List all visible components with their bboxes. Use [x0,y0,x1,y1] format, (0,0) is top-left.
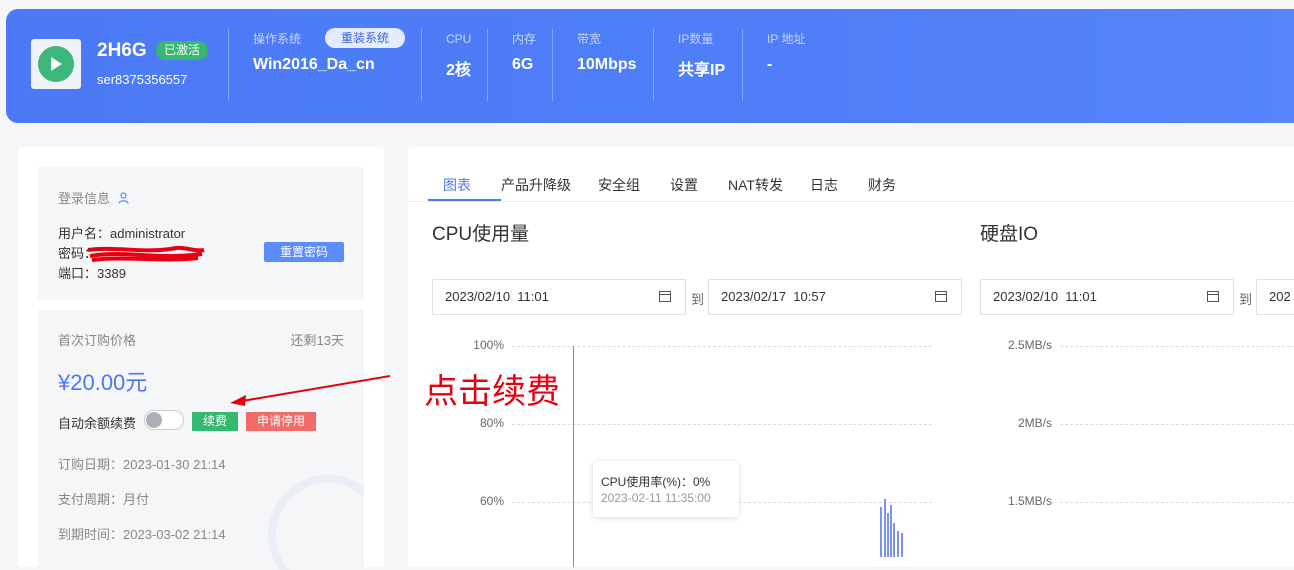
ip-column: IP 地址 - [767,30,805,74]
login-info-card: 登录信息 用户名：administrator 密码： 端口：3389 重置密码 [38,167,364,300]
tab-charts[interactable]: 图表 [443,175,471,195]
cpu-start-date-input[interactable]: 2023/02/10 11:01 [432,279,686,315]
disk-ytick-1.5: 1.5MB/s [1007,494,1052,508]
grid-line [1060,346,1294,347]
reset-password-button[interactable]: 重置密码 [264,242,344,262]
calendar-icon [1207,291,1219,302]
bandwidth-label: 带宽 [577,32,602,46]
ipcount-label: IP数量 [678,32,714,46]
tab-nat[interactable]: NAT转发 [728,175,783,195]
mem-column: 内存 6G [512,30,536,74]
toggle-knob [146,412,162,428]
cpu-end-date-value: 2023/02/17 10:57 [721,289,826,304]
port-text: 端口：3389 [58,266,126,281]
calendar-icon [659,291,671,302]
grid-line [1060,424,1294,425]
tab-finance[interactable]: 财务 [868,175,896,195]
auto-renew-label: 自动余额续费 [58,416,137,431]
tab-upgrade[interactable]: 产品升降级 [501,175,571,195]
cpu-usage-spikes [880,499,903,557]
os-value: Win2016_Da_cn [253,56,375,73]
server-logo [31,39,81,89]
divider [228,29,229,101]
tab-security-group[interactable]: 安全组 [598,175,640,195]
tab-logs[interactable]: 日志 [810,175,838,195]
disk-chart-title: 硬盘IO [980,224,1039,245]
chart-cursor-line [573,346,574,567]
reinstall-button[interactable]: 重装系统 [325,28,406,48]
tooltip-value: CPU使用率(%)：0% [601,475,711,489]
cpu-end-date-input[interactable]: 2023/02/17 10:57 [708,279,962,315]
cpu-value: 2核 [446,62,471,79]
divider [487,29,488,101]
bandwidth-column: 带宽 10Mbps [577,30,637,74]
redaction-scribble [87,245,205,262]
ip-value: - [767,56,773,73]
tooltip-time: 2023-02-11 11:35:00 [601,491,711,505]
decorative-watermark [268,475,364,570]
divider [552,29,553,101]
divider [421,29,422,101]
date-range-to: 到 [1239,292,1253,307]
tab-settings[interactable]: 设置 [670,175,698,195]
mem-value: 6G [512,56,534,73]
divider [653,29,654,101]
grid-line [512,424,932,425]
price-value: ¥20.00元 [58,370,148,395]
tab-divider [408,201,1294,202]
chart-tooltip: CPU使用率(%)：0% 2023-02-11 11:35:00 [593,461,739,517]
order-card: 首次订购价格 还剩13天 ¥20.00元 自动余额续费 续费 申请停用 订购日期… [38,310,364,570]
cpu-chart-title: CPU使用量 [432,224,530,245]
server-name: 2H6G [97,40,147,61]
bandwidth-value: 10Mbps [577,56,637,73]
server-info-panel: 登录信息 用户名：administrator 密码： 端口：3389 重置密码 … [18,147,384,570]
disk-end-date-input[interactable]: 202 [1256,279,1294,315]
divider [742,29,743,101]
username-text: 用户名：administrator [58,226,186,241]
disk-ytick-2.5: 2.5MB/s [1007,338,1052,352]
cpu-label: CPU [446,32,472,46]
grid-line [512,346,932,347]
ipcount-column: IP数量 共享IP [678,30,725,80]
play-icon [38,46,74,82]
expire-date: 到期时间：2023-03-02 21:14 [58,527,226,542]
request-stop-button[interactable]: 申请停用 [246,412,316,431]
disk-start-date-value: 2023/02/10 11:01 [993,289,1097,304]
order-date: 订购日期：2023-01-30 21:14 [58,457,226,472]
disk-end-date-value: 202 [1269,289,1291,304]
annotation-text: 点击续费 [424,374,560,411]
pay-cycle: 支付周期：月付 [58,492,150,507]
cpu-ytick-60: 60% [479,494,504,508]
disk-ytick-2: 2MB/s [1017,416,1052,430]
user-icon [118,192,129,207]
date-range-to: 到 [691,292,705,307]
ipcount-value: 共享IP [678,62,726,79]
first-price-label: 首次订购价格 [58,333,137,348]
calendar-icon [935,291,947,302]
status-badge: 已激活 [156,41,209,60]
grid-line [1060,502,1294,503]
mem-label: 内存 [512,32,537,46]
cpu-column: CPU 2核 [446,30,471,80]
login-info-title: 登录信息 [58,188,129,207]
server-header: 2H6G 已激活 ser8375356557 操作系统 Win2016_Da_c… [6,9,1294,123]
renew-button[interactable]: 续费 [192,412,238,431]
cpu-ytick-80: 80% [479,416,504,430]
disk-start-date-input[interactable]: 2023/02/10 11:01 [980,279,1234,315]
ip-label: IP 地址 [767,32,806,46]
server-id: ser8375356557 [97,72,188,87]
cpu-start-date-value: 2023/02/10 11:01 [445,289,549,304]
remaining-days: 还剩13天 [290,333,344,348]
cpu-ytick-100: 100% [473,338,504,352]
monitor-panel: 图表 产品升降级 安全组 设置 NAT转发 日志 财务 CPU使用量 2023/… [408,147,1294,567]
active-tab-indicator [428,199,501,201]
auto-renew-toggle[interactable] [144,410,184,430]
login-info-title-text: 登录信息 [58,191,111,206]
